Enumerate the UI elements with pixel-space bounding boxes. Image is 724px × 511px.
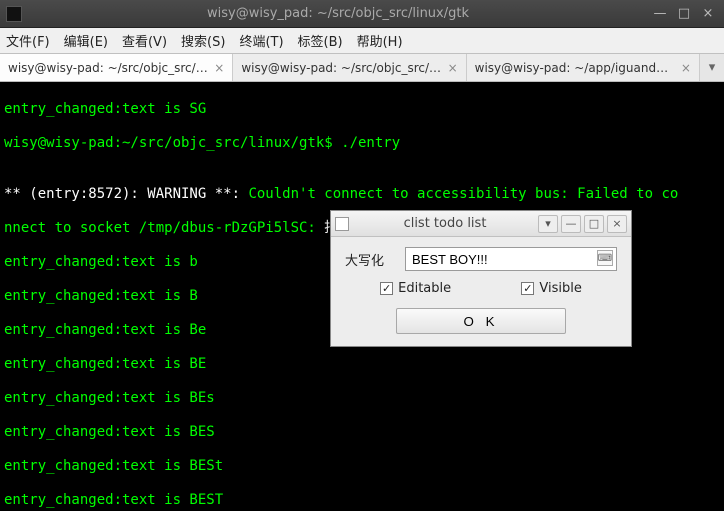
menu-help[interactable]: 帮助(H) xyxy=(357,31,403,50)
terminal-app-icon xyxy=(6,6,22,22)
window-minimize-button[interactable]: — xyxy=(650,5,670,23)
menu-edit[interactable]: 编辑(E) xyxy=(64,31,108,50)
dialog-minimize-button[interactable]: — xyxy=(561,215,581,233)
terminal-line-warning: ** (entry:8572): WARNING **: Couldn't co… xyxy=(4,186,720,203)
visible-checkbox[interactable]: Visible xyxy=(521,281,581,296)
checkbox-label: Editable xyxy=(398,281,451,296)
dialog-menu-button[interactable]: ▾ xyxy=(538,215,558,233)
terminal-tab[interactable]: wisy@wisy-pad: ~/src/objc_src/lin… × xyxy=(233,54,466,81)
checkbox-icon xyxy=(380,282,393,295)
tab-label: wisy@wisy-pad: ~/app/iguandan-… xyxy=(475,61,675,75)
editable-checkbox[interactable]: Editable xyxy=(380,281,451,296)
ok-button[interactable]: O K xyxy=(396,308,566,334)
checkbox-icon xyxy=(521,282,534,295)
menu-tabs[interactable]: 标签(B) xyxy=(298,31,343,50)
dialog-body: 大写化 ⌨ Editable Visible O K xyxy=(331,237,631,346)
tab-add-button[interactable]: ▾ xyxy=(700,54,724,81)
window-close-button[interactable]: × xyxy=(698,5,718,23)
terminal-line: entry_changed:text is BES xyxy=(4,424,720,441)
menu-file[interactable]: 文件(F) xyxy=(6,31,50,50)
terminal-line: entry_changed:text is BEST xyxy=(4,492,720,509)
dialog-title: clist todo list xyxy=(355,216,535,231)
window-titlebar: wisy@wisy_pad: ~/src/objc_src/linux/gtk … xyxy=(0,0,724,28)
dialog-checkbox-row: Editable Visible xyxy=(345,281,617,296)
terminal-tab[interactable]: wisy@wisy-pad: ~/app/iguandan-… × xyxy=(467,54,700,81)
menubar: 文件(F) 编辑(E) 查看(V) 搜索(S) 终端(T) 标签(B) 帮助(H… xyxy=(0,28,724,54)
menu-view[interactable]: 查看(V) xyxy=(122,31,167,50)
tab-close-icon[interactable]: × xyxy=(214,61,224,75)
tab-close-icon[interactable]: × xyxy=(448,61,458,75)
tab-label: wisy@wisy-pad: ~/src/objc_src/lin… xyxy=(241,61,441,75)
window-maximize-button[interactable]: □ xyxy=(674,5,694,23)
tab-label: wisy@wisy-pad: ~/src/objc_src/lin… xyxy=(8,61,208,75)
terminal-line: wisy@wisy-pad:~/src/objc_src/linux/gtk$ … xyxy=(4,135,720,152)
entry-label: 大写化 xyxy=(345,250,405,269)
menu-search[interactable]: 搜索(S) xyxy=(181,31,225,50)
menu-terminal[interactable]: 终端(T) xyxy=(239,31,283,50)
input-method-icon[interactable]: ⌨ xyxy=(597,250,613,266)
terminal-line: entry_changed:text is BESt xyxy=(4,458,720,475)
terminal-line: entry_changed:text is SG xyxy=(4,101,720,118)
terminal-line: entry_changed:text is BE xyxy=(4,356,720,373)
window-title: wisy@wisy_pad: ~/src/objc_src/linux/gtk xyxy=(30,6,646,21)
dialog-maximize-button[interactable]: □ xyxy=(584,215,604,233)
dialog-titlebar: clist todo list ▾ — □ × xyxy=(331,211,631,237)
dialog-app-icon xyxy=(335,217,349,231)
dialog-close-button[interactable]: × xyxy=(607,215,627,233)
uppercase-entry[interactable] xyxy=(405,247,617,271)
tab-close-icon[interactable]: × xyxy=(681,61,691,75)
dialog-entry-row: 大写化 ⌨ xyxy=(345,247,617,271)
gtk-dialog: clist todo list ▾ — □ × 大写化 ⌨ Editable V… xyxy=(330,210,632,347)
terminal-tab[interactable]: wisy@wisy-pad: ~/src/objc_src/lin… × xyxy=(0,54,233,81)
terminal-line: entry_changed:text is BEs xyxy=(4,390,720,407)
checkbox-label: Visible xyxy=(539,281,581,296)
tab-bar: wisy@wisy-pad: ~/src/objc_src/lin… × wis… xyxy=(0,54,724,82)
